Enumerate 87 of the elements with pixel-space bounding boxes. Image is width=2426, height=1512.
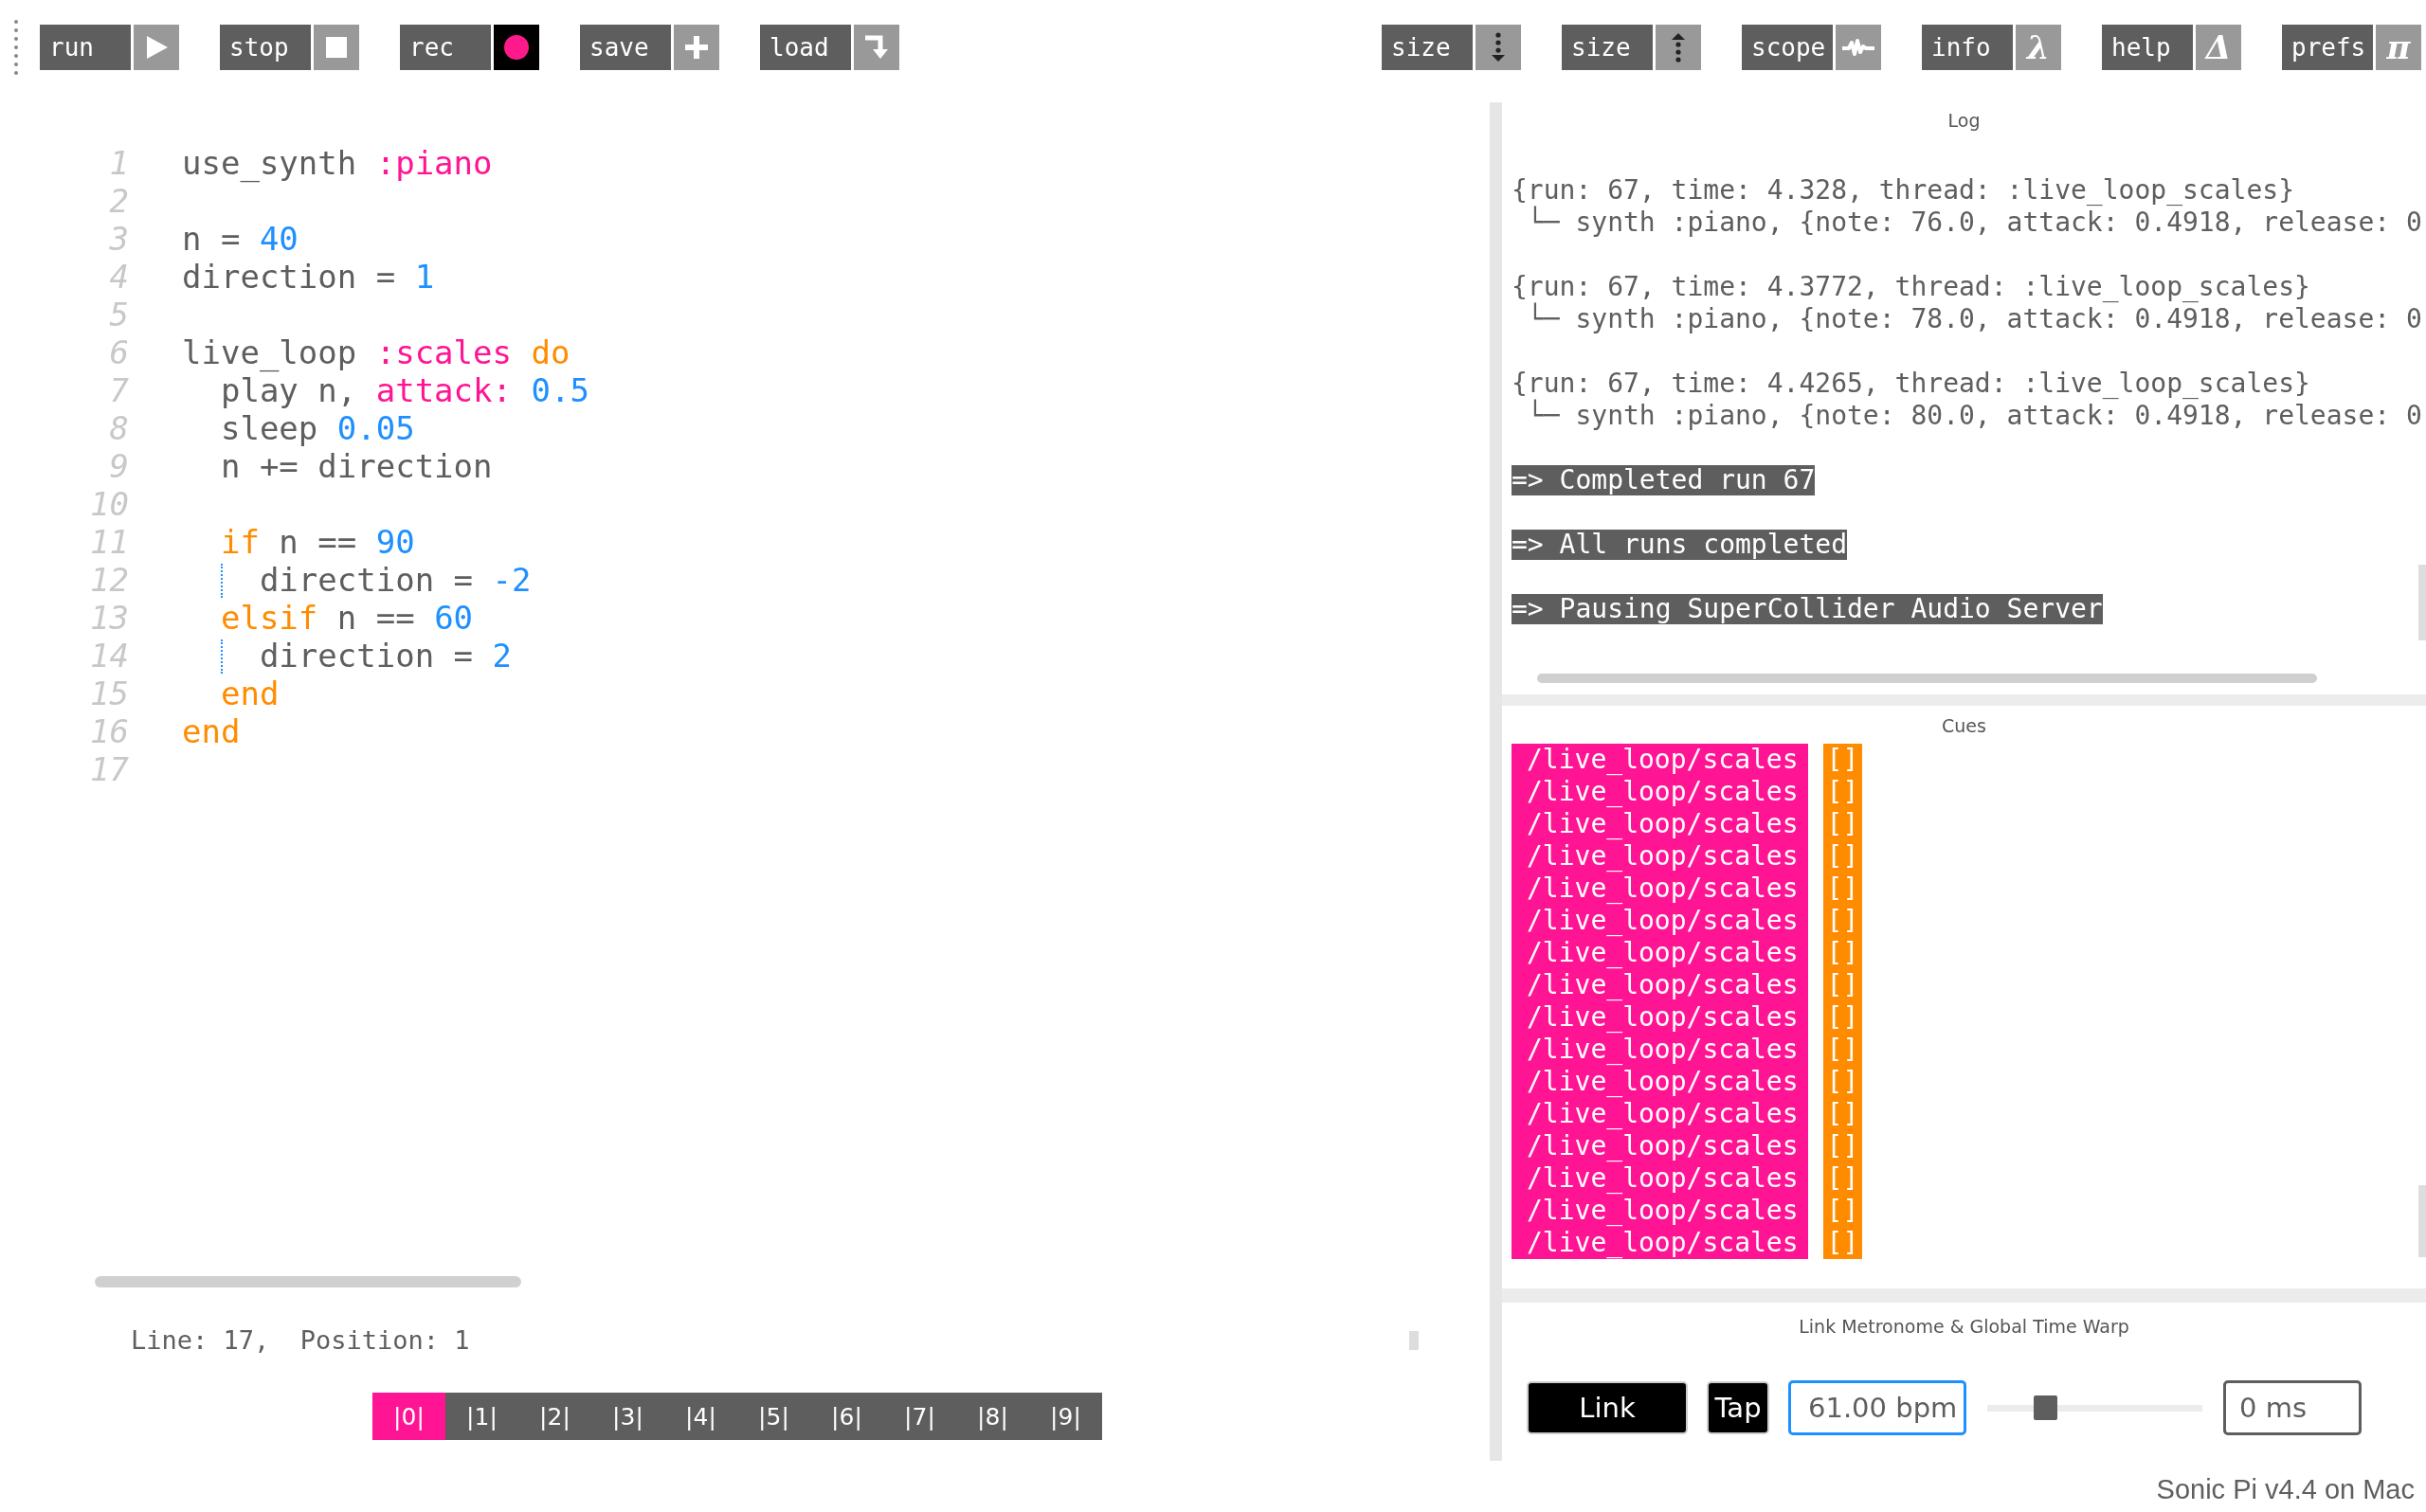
cue-path: /live_loop/scales: [1512, 1066, 1808, 1098]
code-line: sleep 0.05: [219, 410, 415, 446]
code-line: direction = -2: [182, 562, 532, 598]
panel-title: Cues: [1942, 715, 1986, 736]
scrollbar-thumb[interactable]: [2418, 1185, 2426, 1257]
log-message: => All runs completed: [1512, 530, 1847, 560]
code-line: end: [219, 675, 280, 711]
cue-args: []: [1822, 1098, 1863, 1130]
tap-button[interactable]: Tap: [1707, 1381, 1769, 1434]
cue-args: []: [1822, 1162, 1863, 1195]
cue-args: []: [1822, 744, 1863, 776]
code-line: direction = 1: [182, 259, 435, 295]
time-warp-field[interactable]: 0 ms: [2223, 1380, 2362, 1435]
cue-path: /live_loop/scales: [1512, 1001, 1808, 1034]
code-line: elsif n == 60: [219, 600, 474, 636]
cue-path: /live_loop/scales: [1512, 1098, 1808, 1130]
buffer-tab[interactable]: |7|: [883, 1393, 956, 1440]
buffer-tab[interactable]: |8|: [956, 1393, 1029, 1440]
cue-path: /live_loop/scales: [1512, 808, 1808, 840]
cue-path: /live_loop/scales: [1512, 1227, 1808, 1259]
log-message: => Completed run 67: [1512, 465, 1816, 495]
log-line: └─ synth :piano, {note: 76.0, attack: 0.4918, release: 0: [1526, 207, 2423, 239]
scrollbar-thumb[interactable]: [2418, 565, 2426, 640]
drag-handle-icon[interactable]: [13, 19, 19, 76]
code-line: n += direction: [219, 448, 493, 484]
cue-path: /live_loop/scales: [1512, 840, 1808, 873]
cue-path: /live_loop/scales: [1512, 776, 1808, 808]
cue-path: /live_loop/scales: [1512, 1195, 1808, 1227]
code-line: if n == 90: [219, 524, 415, 560]
buffer-tab[interactable]: |6|: [810, 1393, 883, 1440]
cue-args: []: [1822, 969, 1863, 1001]
cue-args: []: [1822, 1227, 1863, 1259]
log-message: => Pausing SuperCollider Audio Server: [1512, 594, 2103, 624]
cue-args: []: [1822, 905, 1863, 937]
scrollbar-thumb[interactable]: [1537, 674, 2317, 683]
code-line: n = 40: [182, 221, 299, 257]
code-line: live_loop :scales do: [182, 334, 570, 370]
cue-path: /live_loop/scales: [1512, 905, 1808, 937]
code-line: play n, attack: 0.5: [220, 372, 589, 408]
buffer-tab[interactable]: |1|: [445, 1393, 518, 1440]
glyph-icon: λ: [2027, 31, 2050, 63]
panel-title: Link Metronome & Global Time Warp: [1799, 1316, 2129, 1337]
cue-args: []: [1822, 776, 1863, 808]
cue-args: []: [1822, 1001, 1863, 1034]
glyph-icon: Δ: [2205, 31, 2232, 63]
corner-arrow-icon: [863, 34, 890, 61]
cue-args: []: [1822, 1034, 1863, 1066]
version-label: Sonic Pi v4.4 on Mac: [2156, 1473, 2415, 1505]
cue-args: []: [1822, 840, 1863, 873]
link-button[interactable]: Link: [1527, 1381, 1688, 1434]
cue-path: /live_loop/scales: [1512, 873, 1808, 905]
scrollbar-thumb[interactable]: [1409, 1330, 1419, 1350]
buffer-tab[interactable]: |4|: [664, 1393, 737, 1440]
glyph-icon: π: [2386, 31, 2411, 63]
buffer-tab[interactable]: |3|: [591, 1393, 664, 1440]
log-line: {run: 67, time: 4.328, thread: :live_loop_scales}: [1512, 174, 2295, 206]
bpm-field[interactable]: 61.00 bpm: [1788, 1380, 1966, 1435]
stop-icon: [323, 34, 350, 61]
buffer-tab[interactable]: |5|: [737, 1393, 810, 1440]
cue-args: []: [1822, 1130, 1863, 1162]
cue-path: /live_loop/scales: [1512, 937, 1808, 969]
slider-thumb[interactable]: [2034, 1395, 2058, 1420]
scrollbar-thumb[interactable]: [95, 1276, 521, 1287]
plus-icon: [683, 34, 710, 61]
cue-args: []: [1822, 808, 1863, 840]
cue-path: /live_loop/scales: [1512, 1034, 1808, 1066]
buffer-tab[interactable]: |2|: [518, 1393, 591, 1440]
cue-path: /live_loop/scales: [1512, 744, 1808, 776]
buffer-tab[interactable]: |0|: [372, 1393, 445, 1440]
log-line: {run: 67, time: 4.3772, thread: :live_loop_scales}: [1512, 271, 2311, 302]
panel-title: Log: [1947, 110, 1981, 131]
cue-args: []: [1822, 937, 1863, 969]
cue-args: []: [1822, 1195, 1863, 1227]
cue-args: []: [1822, 1066, 1863, 1098]
cue-path: /live_loop/scales: [1512, 969, 1808, 1001]
buffer-tab[interactable]: |9|: [1029, 1393, 1102, 1440]
code-line: use_synth :piano: [182, 145, 493, 181]
log-line: └─ synth :piano, {note: 80.0, attack: 0.4918, release: 0: [1526, 400, 2423, 432]
record-icon: [503, 34, 530, 61]
cue-path: /live_loop/scales: [1512, 1130, 1808, 1162]
cue-path: /live_loop/scales: [1512, 1162, 1808, 1195]
code-line: end: [182, 713, 241, 749]
log-line: └─ synth :piano, {note: 78.0, attack: 0.4918, release: 0: [1526, 303, 2423, 335]
cue-args: []: [1822, 873, 1863, 905]
cursor-position: Line: 17, Position: 1: [131, 1325, 470, 1355]
log-line: {run: 67, time: 4.4265, thread: :live_loop_scales}: [1512, 368, 2311, 399]
code-line: direction = 2: [182, 638, 512, 674]
